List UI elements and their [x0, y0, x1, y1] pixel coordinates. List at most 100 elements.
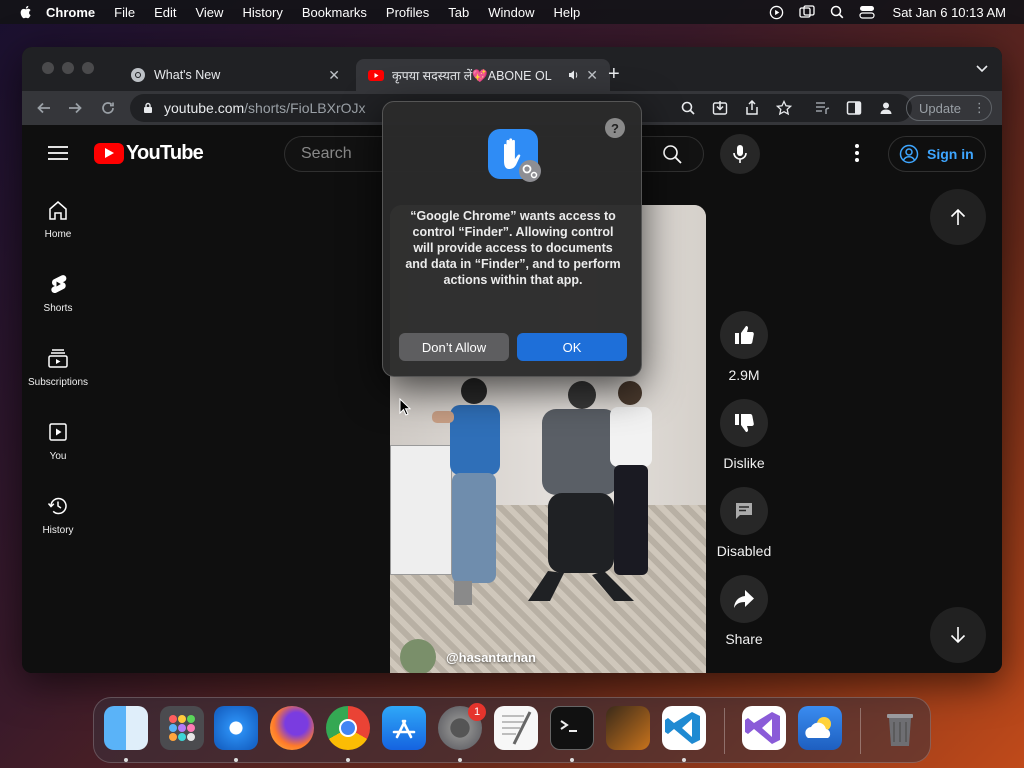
sidebar-item-shorts[interactable]: Shorts — [22, 255, 94, 329]
channel-handle[interactable]: @hasantarhan — [446, 650, 536, 665]
trash-app-icon[interactable] — [878, 706, 922, 750]
window-switcher-icon[interactable] — [798, 5, 815, 19]
share-arrow-icon — [734, 590, 754, 608]
like-button[interactable] — [720, 311, 768, 359]
chrome-update-button[interactable]: Update ⋮ — [906, 95, 992, 121]
new-tab-icon[interactable]: + — [608, 63, 620, 86]
comments-button[interactable] — [720, 487, 768, 535]
profile-avatar-icon[interactable] — [878, 100, 894, 116]
menu-bar: Chrome File Edit View History Bookmarks … — [0, 0, 1024, 24]
short-actions: 2.9M Dislike Disabled Share — [712, 311, 776, 663]
arrow-up-icon — [950, 208, 966, 225]
firefox-app-icon[interactable] — [270, 706, 314, 750]
share-button[interactable] — [720, 575, 768, 623]
like-action: 2.9M — [712, 311, 776, 383]
previous-short-button[interactable] — [930, 189, 986, 245]
chrome-center-icon — [339, 719, 357, 737]
search-icon[interactable] — [662, 144, 682, 164]
garageband-app-icon[interactable] — [606, 706, 650, 750]
safari-app-icon[interactable] — [214, 706, 258, 750]
menubar-clock[interactable]: Sat Jan 6 10:13 AM — [893, 5, 1006, 20]
voice-search-button[interactable] — [720, 134, 760, 174]
sign-in-label: Sign in — [927, 146, 974, 162]
menu-tab[interactable]: Tab — [448, 5, 469, 20]
weather-app-icon[interactable] — [798, 706, 842, 750]
zoom-search-icon[interactable] — [680, 100, 696, 116]
running-indicator — [234, 758, 238, 762]
notification-badge: 1 — [468, 703, 486, 721]
forward-arrow-icon[interactable] — [67, 100, 83, 116]
side-panel-icon[interactable] — [846, 100, 862, 116]
sidebar-item-label: Subscriptions — [27, 377, 89, 388]
menu-history[interactable]: History — [242, 5, 282, 20]
running-indicator — [682, 758, 686, 762]
install-app-icon[interactable] — [712, 100, 728, 116]
channel-avatar[interactable] — [400, 639, 436, 673]
spotlight-search-icon[interactable] — [829, 5, 845, 19]
media-controls-icon[interactable] — [814, 100, 830, 116]
menu-profiles[interactable]: Profiles — [386, 5, 429, 20]
help-button[interactable]: ? — [605, 118, 625, 138]
app-store-app-icon[interactable] — [382, 706, 426, 750]
hamburger-menu-icon[interactable] — [48, 145, 68, 161]
sidebar-item-label: Shorts — [43, 303, 73, 314]
update-label: Update — [919, 100, 961, 116]
menu-edit[interactable]: Edit — [154, 5, 176, 20]
control-center-icon[interactable] — [858, 5, 875, 19]
zoom-window-button[interactable] — [82, 62, 94, 74]
tab-youtube-short[interactable]: कृपया सदस्यता लें💖ABONE OL ✕ — [356, 59, 610, 91]
minimize-window-button[interactable] — [62, 62, 74, 74]
launchpad-app-icon[interactable] — [160, 706, 204, 750]
menu-window[interactable]: Window — [488, 5, 534, 20]
settings-kebab-icon[interactable] — [854, 143, 860, 163]
share-page-icon[interactable] — [744, 100, 760, 116]
vscode-logo-icon — [665, 712, 700, 744]
menu-view[interactable]: View — [195, 5, 223, 20]
dont-allow-button[interactable]: Don’t Allow — [399, 333, 509, 361]
thumbs-down-icon — [735, 414, 754, 432]
automation-permission-dialog: ? “Google Chrome” wants access to contro… — [382, 101, 642, 377]
terminal-app-icon[interactable] — [550, 706, 594, 750]
sidebar-item-home[interactable]: Home — [22, 181, 94, 255]
visual-studio-app-icon[interactable] — [742, 706, 786, 750]
youtube-logo[interactable]: YouTube — [94, 142, 204, 165]
menu-help[interactable]: Help — [554, 5, 581, 20]
vscode-app-icon[interactable] — [662, 706, 706, 750]
url-host: youtube.com — [164, 100, 245, 116]
dock-separator — [724, 708, 725, 754]
running-indicator — [124, 758, 128, 762]
reload-icon[interactable] — [100, 100, 116, 116]
finder-app-icon[interactable] — [104, 706, 148, 750]
tab-title: कृपया सदस्यता लें💖ABONE OL — [392, 68, 552, 83]
comments-label: Disabled — [716, 543, 772, 559]
close-window-button[interactable] — [42, 62, 54, 74]
close-tab-icon[interactable]: ✕ — [586, 67, 598, 84]
tab-whats-new[interactable]: What's New ✕ — [118, 59, 352, 91]
textedit-app-icon[interactable] — [494, 706, 538, 750]
sidebar-item-history[interactable]: History — [22, 477, 94, 551]
microphone-icon — [733, 145, 747, 163]
next-short-button[interactable] — [930, 607, 986, 663]
back-arrow-icon[interactable] — [36, 100, 52, 116]
comments-action: Disabled — [712, 487, 776, 559]
media-play-icon[interactable] — [769, 5, 785, 19]
sidebar-item-you[interactable]: You — [22, 403, 94, 477]
menu-bookmarks[interactable]: Bookmarks — [302, 5, 367, 20]
chrome-app-icon[interactable] — [326, 706, 370, 750]
close-tab-icon[interactable]: ✕ — [328, 67, 340, 84]
youtube-wordmark: YouTube — [126, 142, 204, 164]
chrome-menu-icon[interactable]: ⋮ — [973, 100, 986, 116]
dislike-button[interactable] — [720, 399, 768, 447]
sidebar-item-label: History — [42, 525, 74, 536]
tab-search-chevron-icon[interactable] — [976, 65, 988, 73]
menu-file[interactable]: File — [114, 5, 135, 20]
menu-app-name[interactable]: Chrome — [46, 5, 95, 20]
sidebar-item-subscriptions[interactable]: Subscriptions — [22, 329, 94, 403]
bookmark-star-icon[interactable] — [776, 100, 792, 116]
short-channel[interactable]: @hasantarhan — [400, 639, 536, 673]
ok-button[interactable]: OK — [517, 333, 627, 361]
apple-icon[interactable] — [18, 4, 34, 20]
sign-in-button[interactable]: Sign in — [888, 136, 986, 172]
lock-icon[interactable] — [142, 102, 154, 114]
tab-audio-icon[interactable] — [568, 69, 580, 81]
